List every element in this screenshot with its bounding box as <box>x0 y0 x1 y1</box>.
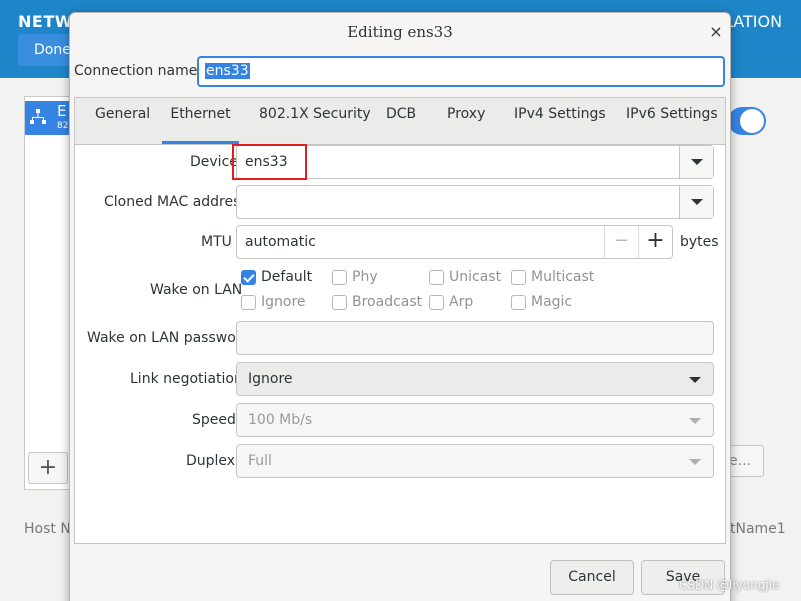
watermark: CSDN @liyongjie <box>679 578 780 592</box>
chevron-down-icon <box>689 418 701 424</box>
wol-magic-checkbox[interactable]: Magic <box>511 294 591 312</box>
wol-multicast-checkbox[interactable]: Multicast <box>511 269 601 287</box>
checkbox-icon <box>241 295 256 310</box>
wol-ignore-checkbox[interactable]: Ignore <box>241 294 321 312</box>
connection-name-value: ens33 <box>205 63 250 79</box>
mtu-value: automatic <box>245 234 316 250</box>
tab-proxy[interactable]: Proxy <box>447 98 485 144</box>
tab-general[interactable]: General <box>95 98 150 144</box>
duplex-label: Duplex <box>186 453 236 469</box>
connection-list-item-subtitle: 82 <box>57 121 69 131</box>
mtu-spinbutton[interactable]: automatic − + <box>236 225 673 259</box>
duplex-value: Full <box>248 453 272 469</box>
speed-label: Speed <box>192 412 236 428</box>
wol-default-checkbox[interactable]: Default <box>241 269 321 287</box>
tab-ipv4-settings[interactable]: IPv4 Settings <box>514 98 606 144</box>
decrement-icon[interactable]: − <box>604 226 638 258</box>
add-connection-button[interactable]: + <box>28 452 68 484</box>
configure-button[interactable]: e... <box>726 445 764 477</box>
hostname-value: tName1 <box>730 521 786 537</box>
device-combo[interactable]: ens33 <box>236 145 714 179</box>
connection-toggle[interactable] <box>728 107 766 135</box>
cloned-mac-combo[interactable] <box>236 185 714 219</box>
wol-arp-checkbox[interactable]: Arp <box>429 294 489 312</box>
mtu-unit: bytes <box>680 234 719 250</box>
connection-name-label: Connection name <box>74 63 198 79</box>
tab-8021x-security[interactable]: 802.1X Security <box>259 98 371 144</box>
checkbox-icon <box>511 270 526 285</box>
connection-list-item-title: E <box>57 102 67 120</box>
link-negotiation-label: Link negotiation <box>130 371 243 387</box>
chevron-down-icon <box>689 377 701 383</box>
tab-bar: General Ethernet 802.1X Security DCB Pro… <box>75 98 725 145</box>
link-negotiation-dropdown[interactable]: Ignore <box>236 362 714 396</box>
link-negotiation-value: Ignore <box>248 371 293 387</box>
network-icon <box>30 109 46 124</box>
wol-password-label: Wake on LAN password <box>87 330 251 346</box>
connection-name-input[interactable]: ens33 <box>197 56 725 87</box>
checkbox-icon <box>429 270 444 285</box>
tab-dcb[interactable]: DCB <box>386 98 416 144</box>
cloned-mac-dropdown-button[interactable] <box>679 186 713 218</box>
wake-on-lan-label: Wake on LAN <box>150 282 243 298</box>
wol-unicast-checkbox[interactable]: Unicast <box>429 269 509 287</box>
wol-broadcast-checkbox[interactable]: Broadcast <box>332 294 422 312</box>
highlight-box <box>232 144 307 180</box>
checkbox-icon <box>332 295 347 310</box>
close-icon[interactable]: × <box>706 22 726 42</box>
speed-dropdown[interactable]: 100 Mb/s <box>236 403 714 437</box>
edit-connection-dialog: Editing ens33 × Connection name ens33 Ge… <box>69 12 731 601</box>
increment-icon[interactable]: + <box>638 226 672 258</box>
wol-phy-checkbox[interactable]: Phy <box>332 269 392 287</box>
device-dropdown-button[interactable] <box>679 146 713 178</box>
checkbox-icon <box>511 295 526 310</box>
tab-ipv6-settings[interactable]: IPv6 Settings <box>626 98 718 144</box>
chevron-down-icon <box>691 159 703 165</box>
chevron-down-icon <box>691 199 703 205</box>
checkbox-icon <box>332 270 347 285</box>
speed-value: 100 Mb/s <box>248 412 313 428</box>
duplex-dropdown[interactable]: Full <box>236 444 714 478</box>
checkbox-icon <box>429 295 444 310</box>
tab-ethernet[interactable]: Ethernet <box>162 98 239 144</box>
chevron-down-icon <box>689 459 701 465</box>
installer-subtitle: LATION <box>724 12 783 31</box>
connection-list-item[interactable]: E 82 <box>25 101 69 135</box>
wol-password-input[interactable] <box>236 321 714 355</box>
dialog-title: Editing ens33 <box>347 23 453 41</box>
device-label: Device <box>190 154 238 170</box>
cloned-mac-label: Cloned MAC address <box>104 194 248 210</box>
mtu-label: MTU <box>201 234 232 250</box>
checkbox-checked-icon <box>241 270 256 285</box>
cancel-button[interactable]: Cancel <box>550 560 634 595</box>
